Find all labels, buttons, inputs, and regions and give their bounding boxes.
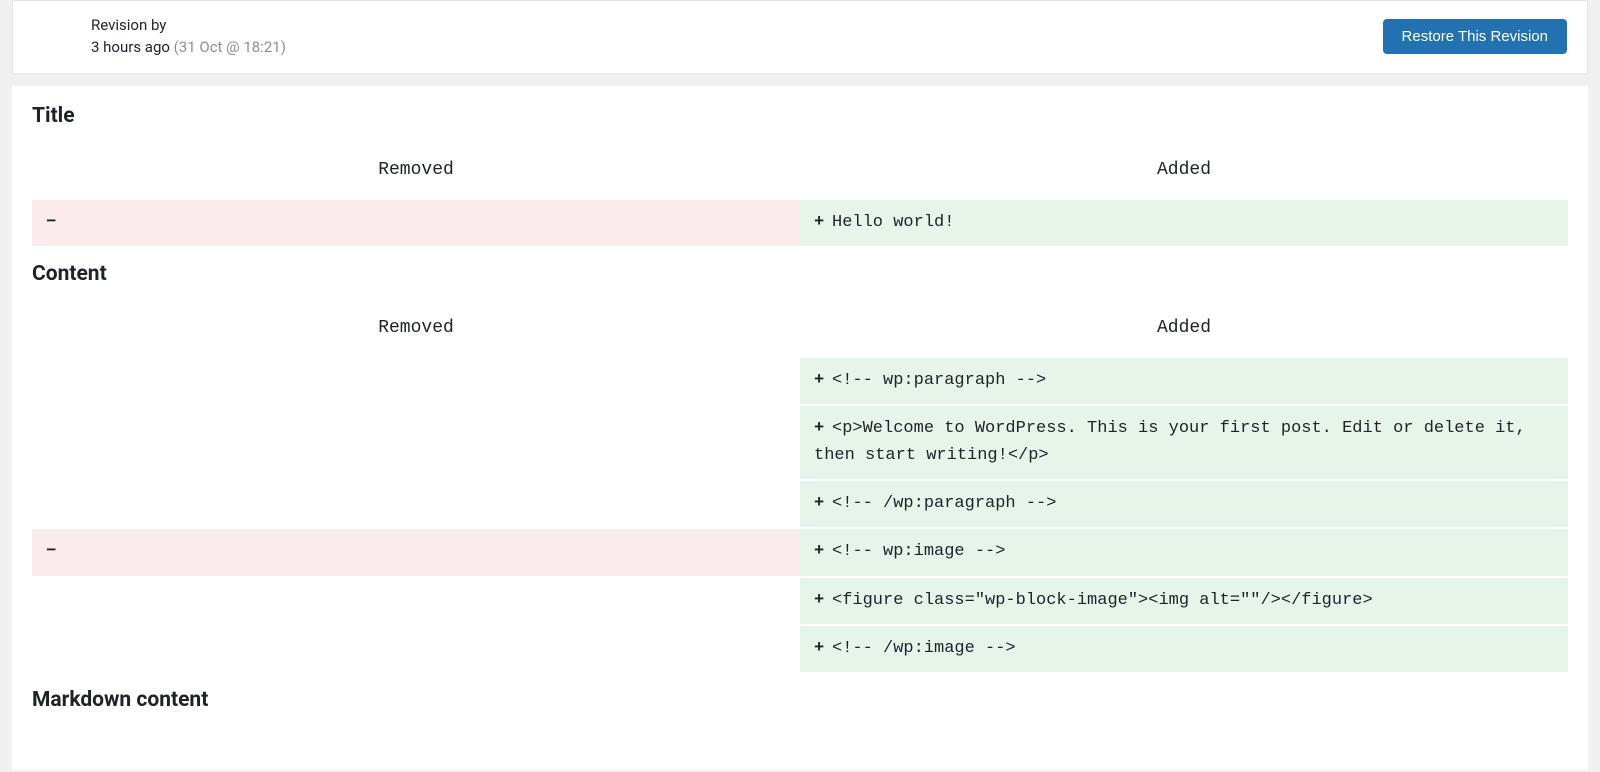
plus-icon: + — [814, 539, 832, 565]
diff-row: +<figure class="wp-block-image"><img alt… — [32, 578, 1568, 624]
diff-cell-added: +<!-- /wp:image --> — [800, 626, 1568, 672]
diff-table-content: Removed Added +<!-- wp:paragraph -->+<p>… — [32, 304, 1568, 674]
col-header-removed: Removed — [32, 148, 800, 198]
diff-text: <!-- /wp:image --> — [832, 639, 1016, 658]
diff-cell-blank — [32, 358, 800, 404]
diff-text: <!-- /wp:paragraph --> — [832, 494, 1056, 513]
diff-text: <!-- wp:paragraph --> — [832, 371, 1046, 390]
plus-icon: + — [814, 636, 832, 662]
diff-cell-added: +<!-- wp:paragraph --> — [800, 358, 1568, 404]
diff-text: <p>Welcome to WordPress. This is your fi… — [814, 419, 1526, 464]
diff-row: +<!-- /wp:image --> — [32, 626, 1568, 672]
diff-row: − +Hello world! — [32, 200, 1568, 246]
diff-body-content: +<!-- wp:paragraph -->+<p>Welcome to Wor… — [32, 358, 1568, 672]
diff-row: − +<!-- wp:image --> — [32, 529, 1568, 575]
plus-icon: + — [814, 416, 832, 442]
diff-row: +<!-- wp:paragraph --> — [32, 358, 1568, 404]
diff-row: +<p>Welcome to WordPress. This is your f… — [32, 406, 1568, 479]
col-header-removed: Removed — [32, 306, 800, 356]
col-header-added: Added — [800, 148, 1568, 198]
diff-cell-added: +<!-- wp:image --> — [800, 529, 1568, 575]
diff-cell-blank — [32, 481, 800, 527]
plus-icon: + — [814, 491, 832, 517]
diff-panel: Title Removed Added −+Hello world! Conte… — [12, 86, 1588, 771]
diff-cell-added: +Hello world! — [800, 200, 1568, 246]
revision-header-bar: Revision by 3 hours ago (31 Oct @ 18:21)… — [12, 0, 1588, 74]
diff-row: +<!-- /wp:paragraph --> — [32, 481, 1568, 527]
diff-cell-blank — [32, 626, 800, 672]
col-header-added: Added — [800, 306, 1568, 356]
diff-text: <figure class="wp-block-image"><img alt=… — [832, 591, 1373, 610]
diff-body-title: − +Hello world! — [32, 200, 1568, 246]
diff-table-title: Removed Added − +Hello world! — [32, 146, 1568, 248]
diff-cell-added: +<figure class="wp-block-image"><img alt… — [800, 578, 1568, 624]
diff-cell-removed: − — [32, 200, 800, 246]
plus-icon: + — [814, 368, 832, 394]
minus-icon: − — [46, 210, 64, 236]
diff-text: Hello world! — [832, 213, 954, 232]
revision-time: 3 hours ago (31 Oct @ 18:21) — [91, 37, 286, 59]
diff-text: <!-- wp:image --> — [832, 542, 1005, 561]
minus-icon: − — [46, 539, 64, 565]
diff-cell-removed: − — [32, 529, 800, 575]
revision-timestamp: (31 Oct @ 18:21) — [174, 38, 286, 56]
revision-time-ago: 3 hours ago — [91, 38, 170, 56]
diff-cell-added: +<p>Welcome to WordPress. This is your f… — [800, 406, 1568, 479]
restore-revision-button[interactable]: Restore This Revision — [1383, 19, 1567, 54]
diff-cell-blank — [32, 406, 800, 479]
section-heading-markdown: Markdown content — [32, 688, 1568, 712]
diff-cell-blank — [32, 578, 800, 624]
revision-by-label: Revision by — [91, 15, 286, 37]
plus-icon: + — [814, 210, 832, 236]
section-heading-title: Title — [32, 104, 1568, 128]
section-heading-content: Content — [32, 262, 1568, 286]
diff-cell-added: +<!-- /wp:paragraph --> — [800, 481, 1568, 527]
revision-meta: Revision by 3 hours ago (31 Oct @ 18:21) — [91, 15, 286, 59]
plus-icon: + — [814, 588, 832, 614]
